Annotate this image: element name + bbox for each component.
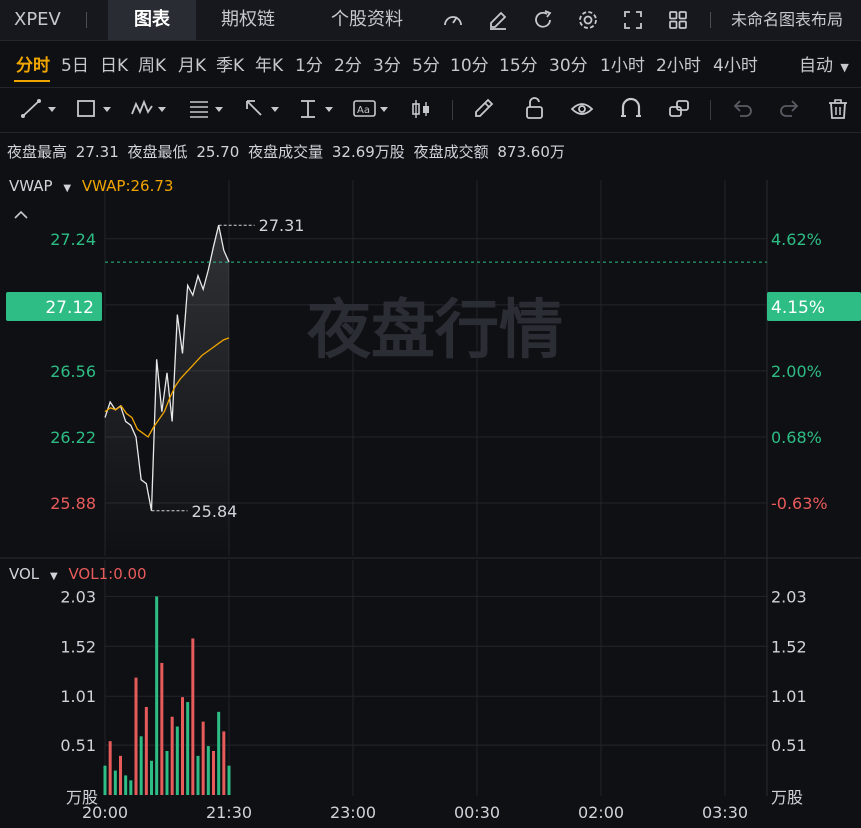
volume-bar-2 — [113, 770, 117, 795]
price-indicator-value: VWAP:26.73 — [81, 177, 174, 195]
volume-bar-8 — [144, 706, 148, 795]
volume-bar-1 — [108, 741, 112, 795]
volume-bar-15 — [181, 697, 184, 795]
high-marker-label: 27.31 — [259, 216, 305, 235]
volume-bar-4 — [124, 775, 128, 795]
percent-axis-right: 4.62%3.31%2.00%0.68%-0.63% — [771, 230, 828, 513]
volume-bar-6 — [134, 677, 138, 795]
volume-indicator-value: VOL1:0.00 — [68, 565, 147, 583]
vol-tick-left-2: 1.01 — [60, 687, 96, 706]
volume-bar-13 — [170, 716, 174, 795]
right-tick-3: 0.68% — [771, 428, 822, 447]
volume-bar-19 — [201, 721, 205, 795]
vol-tick-left-1: 1.52 — [60, 637, 96, 656]
x-tick-4: 02:00 — [578, 803, 624, 822]
volume-bar-3 — [119, 755, 122, 795]
vol-tick-right-2: 1.01 — [771, 687, 807, 706]
volume-bar-22 — [217, 711, 221, 795]
current-pct-label: 4.15% — [771, 298, 825, 318]
left-tick-4: 25.88 — [50, 494, 96, 513]
volume-bar-17 — [191, 638, 195, 795]
price-axis-left: 27.2426.9026.5626.2225.88 — [50, 230, 96, 513]
volume-bar-14 — [175, 726, 179, 795]
volume-bar-7 — [139, 736, 143, 795]
volume-bar-21 — [212, 750, 215, 795]
time-axis: 20:00 21:30 23:00 00:30 02:00 03:30 — [82, 803, 748, 822]
right-tick-0: 4.62% — [771, 230, 822, 249]
volume-bar-11 — [160, 662, 164, 795]
x-tick-0: 20:00 — [82, 803, 128, 822]
volume-bar-23 — [222, 731, 226, 795]
volume-indicator-select[interactable]: VOL ▼ VOL1:0.00 — [9, 565, 147, 583]
volume-bar-20 — [206, 746, 210, 795]
vol-tick-right-0: 2.03 — [771, 587, 807, 606]
price-volume-chart[interactable]: 夜盘行情 27.31 25.84 27.2426.9026.5626.2225.… — [0, 0, 861, 828]
price-indicator-name: VWAP — [9, 177, 53, 195]
vol-tick-left-3: 0.51 — [60, 736, 96, 755]
x-tick-5: 03:30 — [702, 803, 748, 822]
volume-bar-16 — [186, 702, 190, 795]
x-tick-1: 21:30 — [206, 803, 252, 822]
left-tick-2: 26.56 — [50, 362, 96, 381]
volume-bar-10 — [155, 596, 159, 795]
volume-indicator-name: VOL — [9, 565, 40, 583]
volume-bar-5 — [129, 780, 133, 795]
volume-bar-18 — [196, 755, 200, 795]
vol-tick-left-0: 2.03 — [60, 587, 96, 606]
collapse-icon[interactable] — [13, 205, 29, 224]
right-tick-4: -0.63% — [771, 494, 828, 513]
volume-bar-24 — [227, 765, 231, 795]
vol-unit-right: 万股 — [771, 788, 803, 807]
caret-down-icon: ▼ — [63, 183, 72, 194]
caret-down-icon: ▼ — [49, 571, 58, 582]
left-tick-0: 27.24 — [50, 230, 96, 249]
vol-tick-right-1: 1.52 — [771, 637, 807, 656]
volume-bar-12 — [165, 750, 169, 795]
volume-bar-9 — [150, 760, 153, 795]
x-tick-2: 23:00 — [330, 803, 376, 822]
current-price-label: 27.12 — [45, 298, 94, 318]
x-tick-3: 00:30 — [454, 803, 500, 822]
right-tick-2: 2.00% — [771, 362, 822, 381]
low-marker-label: 25.84 — [192, 502, 238, 521]
price-indicator-select[interactable]: VWAP ▼ VWAP:26.73 — [9, 177, 173, 195]
vol-tick-right-3: 0.51 — [771, 736, 807, 755]
volume-bar-0 — [103, 765, 107, 795]
left-tick-3: 26.22 — [50, 428, 96, 447]
watermark: 夜盘行情 — [306, 294, 563, 368]
